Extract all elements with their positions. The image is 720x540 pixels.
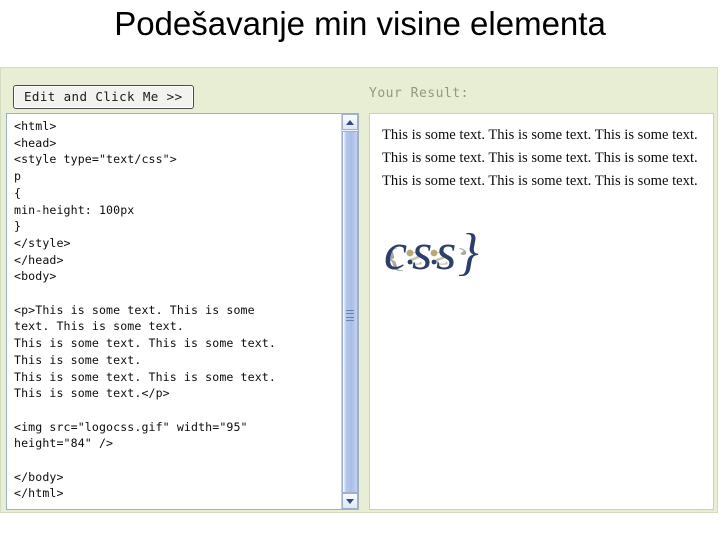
- svg-text:c: c: [384, 224, 407, 281]
- result-pane: This is some text. This is some text. Th…: [369, 113, 714, 510]
- editor-toolbar: Edit and Click Me >> Your Result:: [1, 68, 717, 113]
- edit-and-click-me-button[interactable]: Edit and Click Me >>: [13, 85, 194, 109]
- svg-text:s: s: [412, 224, 432, 281]
- code-editor[interactable]: <html> <head> <style type="text/css"> p …: [6, 113, 359, 510]
- result-paragraph: This is some text. This is some text. Th…: [382, 127, 698, 189]
- page-title: Podešavanje min visine elementa: [114, 5, 606, 42]
- code-editor-content[interactable]: <html> <head> <style type="text/css"> p …: [14, 118, 336, 502]
- tryit-editor-panel: Edit and Click Me >> Your Result: <html>…: [0, 67, 718, 513]
- scrollbar-thumb[interactable]: [342, 131, 358, 493]
- scroll-up-button[interactable]: [342, 114, 358, 130]
- css-logo-image: { s s , c s s }: [384, 221, 504, 311]
- scroll-down-button[interactable]: [342, 493, 358, 509]
- code-editor-scrollbar[interactable]: [341, 114, 358, 509]
- chevron-down-icon: [346, 498, 354, 504]
- svg-text:s: s: [436, 224, 456, 281]
- svg-text:}: }: [458, 224, 479, 281]
- scrollbar-grip-icon: [346, 310, 354, 321]
- chevron-up-icon: [346, 119, 354, 125]
- result-caption-label: Your Result:: [369, 86, 469, 101]
